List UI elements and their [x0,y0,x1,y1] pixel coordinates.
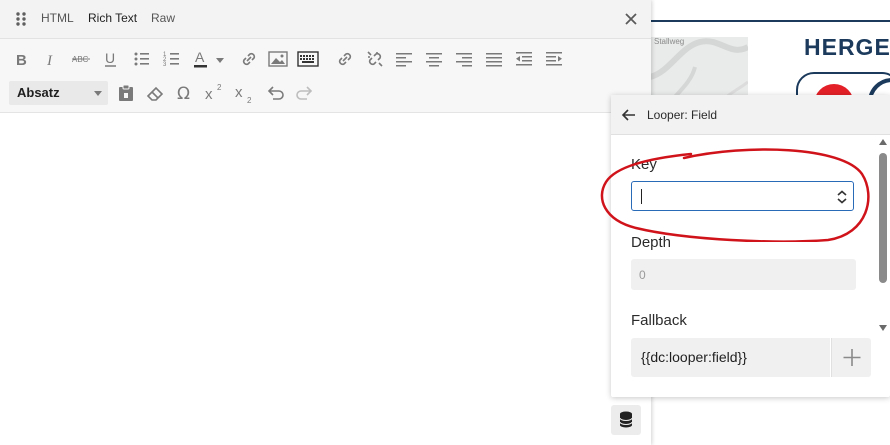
underline-icon[interactable]: U [100,48,122,70]
unlink-icon[interactable] [364,48,386,70]
numbered-list-icon[interactable]: 123 [161,48,183,70]
svg-text:3: 3 [163,62,167,68]
format-select-value: Absatz [17,85,60,100]
editor-content-area[interactable] [0,113,651,445]
undo-icon[interactable] [264,82,286,104]
database-icon [619,411,633,428]
map-label: Stallweg [654,37,685,46]
image-icon[interactable] [267,48,289,70]
text-color-dropdown-icon[interactable] [214,48,226,70]
align-left-icon[interactable] [393,48,415,70]
brand-logo-text: HERGES [804,34,890,60]
editor-toolbar: B I ABC U 123 A Absatz Ω x2 x2 [0,39,651,113]
superscript-icon[interactable]: x2 [204,82,226,104]
text-caret [641,189,642,204]
link-icon[interactable] [238,48,260,70]
dynamic-content-button[interactable] [611,405,641,435]
paste-text-icon[interactable] [115,82,137,104]
italic-icon[interactable]: I [40,48,62,70]
key-label: Key [631,156,657,173]
svg-text:2: 2 [247,96,252,104]
depth-label: Depth [631,234,672,251]
align-right-icon[interactable] [453,48,475,70]
svg-text:Ω: Ω [177,84,190,104]
panel-header: Looper: Field [611,95,890,135]
tab-rich-text[interactable]: Rich Text [88,11,137,25]
back-arrow-icon[interactable] [621,107,637,123]
keyboard-icon[interactable] [297,48,319,70]
svg-text:2: 2 [217,83,222,92]
chevron-down-icon [94,91,102,96]
close-icon[interactable] [622,10,640,28]
redo-icon[interactable] [294,82,316,104]
omega-icon[interactable]: Ω [174,82,196,104]
subscript-icon[interactable]: x2 [234,82,256,105]
plus-icon [843,349,861,366]
svg-text:x: x [235,84,243,101]
panel-title: Looper: Field [647,108,718,122]
svg-text:I: I [46,53,53,69]
eraser-icon[interactable] [144,82,166,104]
tab-html[interactable]: HTML [41,11,74,25]
scroll-up-arrow-icon[interactable] [879,139,887,145]
text-color-icon[interactable]: A [191,48,213,70]
align-center-icon[interactable] [423,48,445,70]
svg-text:x: x [205,86,213,103]
outdent-icon[interactable] [513,48,535,70]
key-select[interactable] [631,181,854,211]
align-justify-icon[interactable] [483,48,505,70]
tab-raw[interactable]: Raw [151,11,175,25]
fallback-label: Fallback [631,312,687,329]
panel-scrollbar[interactable] [877,139,889,335]
indent-icon[interactable] [543,48,565,70]
scroll-thumb[interactable] [879,153,887,283]
strikethrough-icon[interactable]: ABC [70,48,92,70]
fallback-add-button[interactable] [831,338,871,377]
svg-text:B: B [16,52,27,69]
paragraph-format-select[interactable]: Absatz [9,81,108,105]
looper-field-panel: Looper: Field Key Depth 0 Fallback {{dc:… [611,95,890,397]
updown-chevron-icon [836,190,848,204]
rich-text-editor: HTML Rich Text Raw B I ABC U 123 A Absat… [0,0,651,445]
bulleted-list-icon[interactable] [131,48,153,70]
svg-text:U: U [105,50,115,66]
drag-handle-icon[interactable] [14,11,28,27]
background-divider [650,20,890,22]
editor-tab-bar: HTML Rich Text Raw [0,0,651,39]
bold-icon[interactable]: B [11,48,33,70]
link-icon[interactable] [334,48,356,70]
depth-input[interactable]: 0 [631,259,856,290]
scroll-down-arrow-icon[interactable] [879,325,887,331]
svg-text:A: A [195,49,205,65]
fallback-input[interactable]: {{dc:looper:field}} [631,338,830,377]
